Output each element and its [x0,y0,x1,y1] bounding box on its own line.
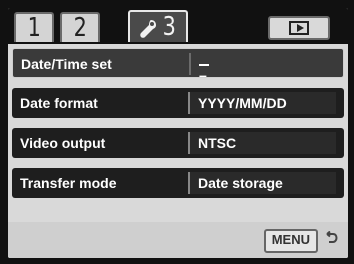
row-value: Date storage [188,172,336,194]
return-arrow-icon [326,231,338,243]
tab-bar: 1 2 3 [8,8,348,44]
row-label: Video output [20,135,106,151]
row-label: Date format [20,95,98,111]
row-transfer-mode[interactable]: Transfer mode Date storage [12,168,344,198]
row-date-format[interactable]: Date format YYYY/MM/DD [12,88,344,118]
row-value: – [189,53,337,77]
tab-2[interactable]: 2 [60,12,100,42]
menu-button[interactable]: MENU [263,229,318,253]
footer-bar: MENU [8,222,348,258]
menu-panel: 1 2 3 Date/Time set – Date format YYYY/M… [8,8,348,258]
row-video-output[interactable]: Video output NTSC [12,128,344,158]
row-label: Date/Time set [21,56,112,72]
playback-icon [289,21,309,35]
tab-1-label: 1 [27,13,41,43]
row-value: YYYY/MM/DD [188,92,336,114]
row-value: NTSC [188,132,336,154]
tab-1[interactable]: 1 [14,12,54,42]
wrench-icon [139,17,157,38]
tab-3-setup[interactable]: 3 [128,10,188,42]
row-date-time-set[interactable]: Date/Time set – [12,48,344,78]
tab-playback[interactable] [268,16,330,40]
tab-3-label: 3 [162,12,176,42]
camera-menu-screen: 1 2 3 Date/Time set – Date format YYYY/M… [0,0,354,264]
row-label: Transfer mode [20,175,117,191]
tab-2-label: 2 [73,13,87,43]
